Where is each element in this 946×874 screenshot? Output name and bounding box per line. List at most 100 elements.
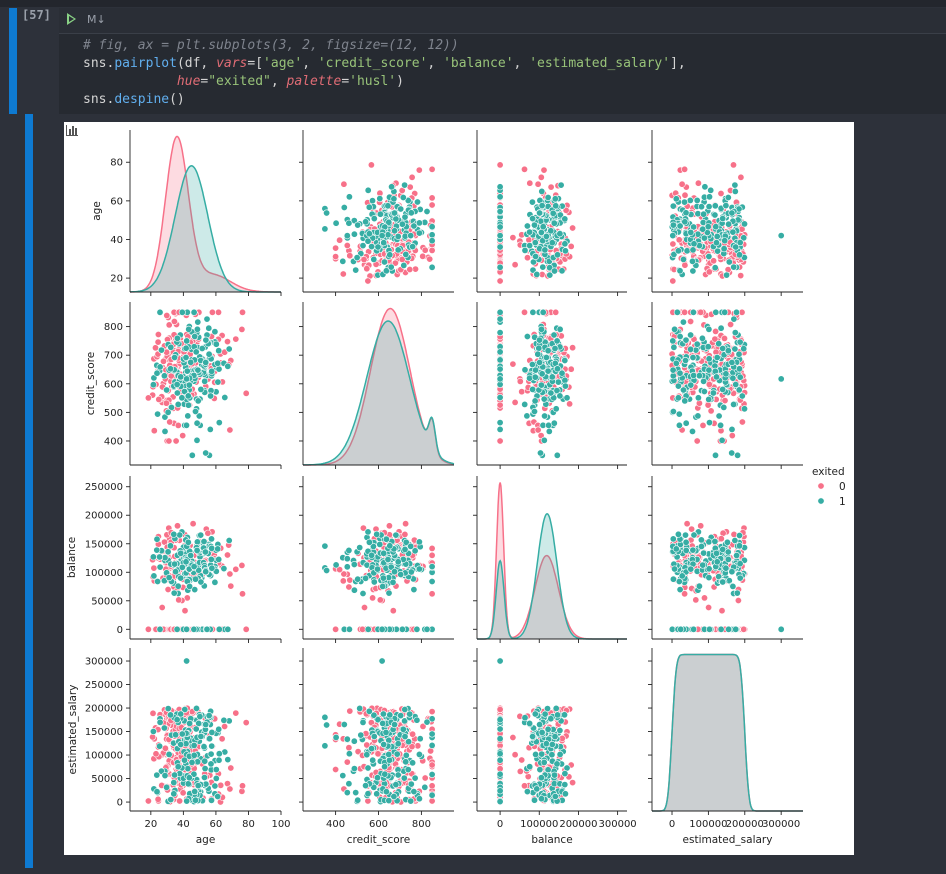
y-tick-label: 60 xyxy=(110,196,123,207)
scatter-point-exited-1 xyxy=(181,756,189,764)
scatter-point-exited-1 xyxy=(193,538,201,546)
scatter-point-exited-0 xyxy=(675,236,683,244)
scatter-point-exited-1 xyxy=(544,367,552,375)
scatter-point-exited-1 xyxy=(183,337,191,345)
scatter-point-exited-1 xyxy=(406,710,414,718)
scatter-point-exited-1 xyxy=(523,222,531,230)
scatter-point-exited-1 xyxy=(415,229,423,237)
scatter-point-exited-1 xyxy=(343,789,351,797)
scatter-point-exited-1 xyxy=(496,223,504,231)
scatter-point-exited-1 xyxy=(215,625,223,633)
scatter-panel-estimated_salary-vs-age: 20 40 60 80 10005000010000015000020000025000… xyxy=(67,648,291,846)
scatter-point-exited-1 xyxy=(717,421,725,429)
scatter-point-exited-1 xyxy=(496,770,504,778)
scatter-point-exited-1 xyxy=(365,203,373,211)
scatter-point-exited-0 xyxy=(332,253,340,261)
scatter-point-exited-1 xyxy=(678,572,686,580)
scatter-point-exited-0 xyxy=(428,194,436,202)
scatter-point-exited-1 xyxy=(674,530,682,538)
scatter-point-exited-1 xyxy=(203,625,211,633)
scatter-point-exited-1 xyxy=(409,243,417,251)
scatter-point-exited-1 xyxy=(352,789,360,797)
scatter-point-exited-0 xyxy=(496,277,504,285)
scatter-point-exited-1 xyxy=(224,625,232,633)
scatter-point-exited-1 xyxy=(407,232,415,240)
scatter-point-exited-0 xyxy=(242,719,250,727)
scatter-point-exited-1 xyxy=(177,710,185,718)
scatter-point-exited-1 xyxy=(354,221,362,229)
scatter-point-exited-1 xyxy=(553,760,561,768)
scatter-point-exited-1 xyxy=(428,231,436,239)
scatter-point-exited-1 xyxy=(172,568,180,576)
scatter-point-exited-1 xyxy=(379,574,387,582)
scatter-point-exited-0 xyxy=(509,234,517,242)
scatter-point-exited-1 xyxy=(413,198,421,206)
scatter-point-exited-1 xyxy=(695,372,703,380)
scatter-point-exited-1 xyxy=(697,542,705,550)
scatter-point-exited-1 xyxy=(731,187,739,195)
scatter-point-exited-1 xyxy=(681,356,689,364)
scatter-point-exited-1 xyxy=(777,232,785,240)
scatter-point-exited-0 xyxy=(224,551,232,559)
scatter-point-exited-0 xyxy=(567,242,575,250)
scatter-point-exited-1 xyxy=(423,718,431,726)
scatter-point-exited-1 xyxy=(713,232,721,240)
scatter-point-exited-0 xyxy=(567,365,575,373)
scatter-point-exited-0 xyxy=(332,625,340,633)
scatter-point-exited-1 xyxy=(711,367,719,375)
scatter-point-exited-1 xyxy=(158,346,166,354)
scatter-point-exited-1 xyxy=(687,331,695,339)
scatter-point-exited-1 xyxy=(700,210,708,218)
scatter-point-exited-1 xyxy=(215,419,223,427)
scatter-point-exited-1 xyxy=(729,228,737,236)
x-tick-label: 200000 xyxy=(726,819,764,830)
scatter-point-exited-0 xyxy=(332,765,340,773)
scatter-point-exited-0 xyxy=(694,179,702,187)
scatter-point-exited-1 xyxy=(719,385,727,393)
scatter-point-exited-1 xyxy=(170,589,178,597)
scatter-point-exited-1 xyxy=(673,308,681,316)
scatter-point-exited-0 xyxy=(409,730,417,738)
scatter-point-exited-1 xyxy=(182,558,190,566)
scatter-point-exited-1 xyxy=(167,343,175,351)
scatter-point-exited-1 xyxy=(387,263,395,271)
scatter-point-exited-1 xyxy=(690,240,698,248)
scatter-point-exited-1 xyxy=(521,366,529,374)
scatter-point-exited-0 xyxy=(179,789,187,797)
scatter-point-exited-1 xyxy=(323,721,331,729)
scatter-point-exited-1 xyxy=(177,740,185,748)
scatter-point-exited-1 xyxy=(705,538,713,546)
scatter-point-exited-1 xyxy=(359,242,367,250)
scatter-point-exited-1 xyxy=(352,266,360,274)
scatter-point-exited-1 xyxy=(548,373,556,381)
scatter-point-exited-1 xyxy=(538,202,546,210)
scatter-point-exited-1 xyxy=(201,757,209,765)
scatter-point-exited-1 xyxy=(401,181,409,189)
scatter-point-exited-1 xyxy=(170,779,178,787)
scatter-point-exited-1 xyxy=(211,328,219,336)
scatter-point-exited-1 xyxy=(373,530,381,538)
scatter-point-exited-1 xyxy=(149,727,157,735)
scatter-point-exited-0 xyxy=(376,596,384,604)
scatter-point-exited-1 xyxy=(732,308,740,316)
scatter-point-exited-1 xyxy=(428,741,436,749)
scatter-point-exited-1 xyxy=(695,582,703,590)
x-tick-label: 800 xyxy=(412,819,431,830)
scatter-point-exited-1 xyxy=(225,345,233,353)
scatter-point-exited-1 xyxy=(536,358,544,366)
scatter-point-exited-1 xyxy=(423,625,431,633)
scatter-point-exited-1 xyxy=(345,219,353,227)
scatter-point-exited-1 xyxy=(149,381,157,389)
scatter-point-exited-1 xyxy=(712,373,720,381)
scatter-point-exited-1 xyxy=(535,344,543,352)
scatter-point-exited-1 xyxy=(225,536,233,544)
scatter-point-exited-1 xyxy=(496,798,504,806)
y-axis-label-age: age xyxy=(91,201,103,221)
x-tick-label: 300000 xyxy=(762,819,800,830)
scatter-point-exited-1 xyxy=(379,582,387,590)
scatter-point-exited-1 xyxy=(160,372,168,380)
scatter-point-exited-0 xyxy=(428,708,436,716)
scatter-point-exited-1 xyxy=(156,718,164,726)
scatter-panel-balance-vs-age: 050000100000150000200000250000balance xyxy=(66,476,282,643)
scatter-point-exited-1 xyxy=(538,728,546,736)
